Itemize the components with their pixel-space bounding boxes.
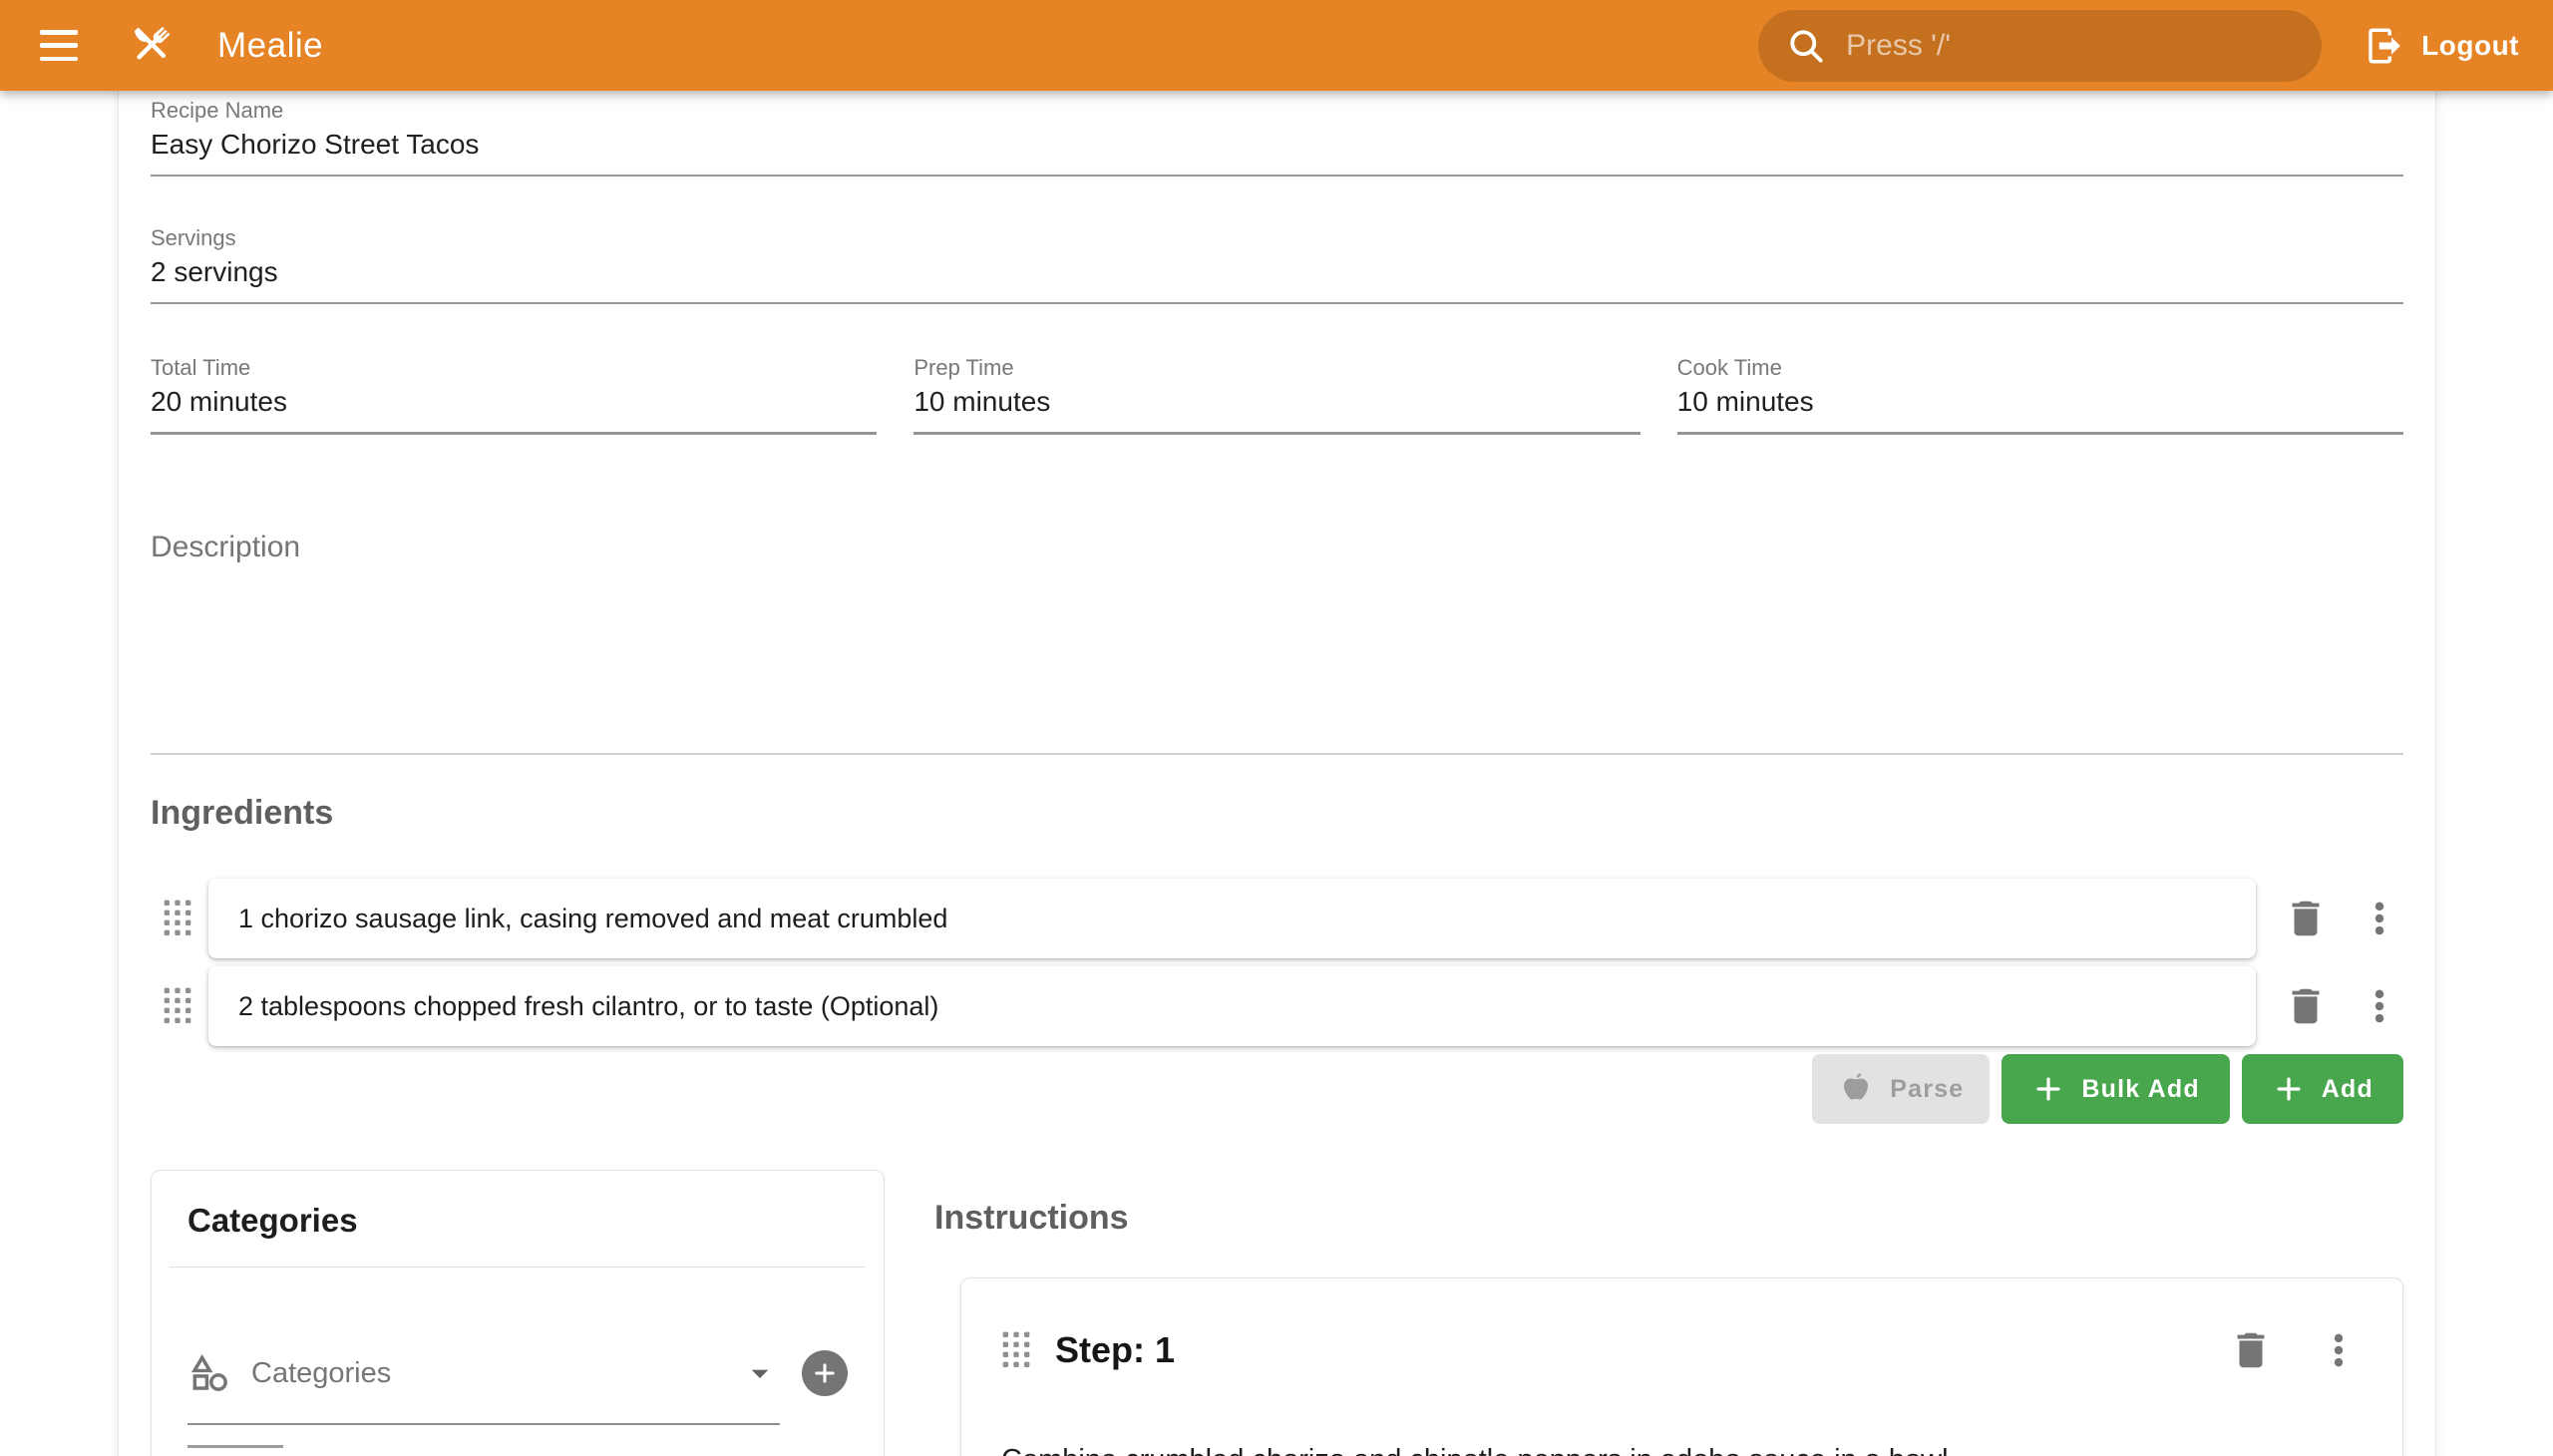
- ingredient-menu-button[interactable]: [2356, 895, 2403, 942]
- apple-icon: [1838, 1071, 1874, 1107]
- recipe-edit-card: Recipe Name Easy Chorizo Street Tacos Se…: [118, 91, 2436, 1456]
- ingredient-input[interactable]: 1 chorizo sausage link, casing removed a…: [208, 879, 2256, 958]
- servings-value[interactable]: 2 servings: [151, 252, 2403, 302]
- step-text[interactable]: Combine crumbled chorizo and chipotle pe…: [1001, 1438, 2363, 1456]
- drag-handle-icon[interactable]: [1001, 1330, 1033, 1370]
- total-time-field[interactable]: Total Time 20 minutes: [151, 354, 877, 435]
- kebab-menu-icon: [2317, 1328, 2361, 1372]
- logout-icon: [2364, 25, 2405, 67]
- app-bar: Mealie Press '/' Logout: [0, 0, 2553, 91]
- parse-label: Parse: [1890, 1075, 1964, 1104]
- total-time-label: Total Time: [151, 354, 877, 382]
- search-placeholder: Press '/': [1846, 29, 1951, 63]
- divider: [187, 1445, 283, 1448]
- categories-card: Categories Categories: [151, 1170, 885, 1456]
- logout-label: Logout: [2421, 30, 2519, 62]
- categories-select-label: Categories: [251, 1357, 720, 1390]
- plus-icon: [2272, 1072, 2306, 1106]
- add-label: Add: [2322, 1075, 2373, 1104]
- ingredients-heading: Ingredients: [151, 791, 2403, 835]
- ingredient-text: 2 tablespoons chopped fresh cilantro, or…: [238, 991, 938, 1022]
- delete-ingredient-button[interactable]: [2282, 982, 2330, 1030]
- recipe-name-field[interactable]: Recipe Name Easy Chorizo Street Tacos: [151, 97, 2403, 177]
- ingredient-input[interactable]: 2 tablespoons chopped fresh cilantro, or…: [208, 966, 2256, 1046]
- bulk-add-button[interactable]: Bulk Add: [2002, 1054, 2229, 1124]
- bulk-add-label: Bulk Add: [2081, 1075, 2199, 1104]
- ingredient-row: 2 tablespoons chopped fresh cilantro, or…: [151, 966, 2403, 1046]
- plus-icon: [811, 1359, 839, 1387]
- plus-icon: [2031, 1072, 2065, 1106]
- logout-button[interactable]: Logout: [2364, 25, 2519, 67]
- delete-step-button[interactable]: [2227, 1326, 2275, 1374]
- description-textarea[interactable]: Description: [151, 491, 2403, 755]
- add-category-button[interactable]: [802, 1350, 848, 1396]
- drag-handle-icon[interactable]: [163, 986, 194, 1026]
- description-placeholder: Description: [151, 491, 2403, 564]
- prep-time-field[interactable]: Prep Time 10 minutes: [913, 354, 1640, 435]
- instruction-step-card: Step: 1 Combine crumbled chorizo and chi…: [960, 1277, 2403, 1456]
- ingredient-menu-button[interactable]: [2356, 982, 2403, 1030]
- instructions-heading: Instructions: [934, 1196, 2403, 1240]
- chevron-down-icon[interactable]: [740, 1353, 780, 1393]
- add-ingredient-button[interactable]: Add: [2242, 1054, 2403, 1124]
- recipe-name-value[interactable]: Easy Chorizo Street Tacos: [151, 125, 2403, 175]
- mealie-recipe-edit-page: Mealie Press '/' Logout Recipe Name Easy…: [0, 0, 2553, 1456]
- prep-time-label: Prep Time: [913, 354, 1640, 382]
- ingredient-text: 1 chorizo sausage link, casing removed a…: [238, 904, 947, 934]
- parse-button[interactable]: Parse: [1812, 1054, 1990, 1124]
- search-input[interactable]: Press '/': [1758, 10, 2322, 82]
- categories-select-row: Categories: [187, 1321, 848, 1425]
- cook-time-label: Cook Time: [1677, 354, 2403, 382]
- delete-ingredient-button[interactable]: [2282, 895, 2330, 942]
- search-icon: [1784, 24, 1828, 68]
- cook-time-value[interactable]: 10 minutes: [1677, 382, 2403, 432]
- recipe-name-label: Recipe Name: [151, 97, 2403, 125]
- drag-handle-icon[interactable]: [163, 899, 194, 938]
- time-fields-row: Total Time 20 minutes Prep Time 10 minut…: [151, 354, 2403, 435]
- ingredient-actions-row: Parse Bulk Add Add: [151, 1054, 2403, 1124]
- step-menu-button[interactable]: [2315, 1326, 2363, 1374]
- app-title: Mealie: [217, 26, 323, 66]
- shapes-icon: [187, 1351, 231, 1395]
- kebab-menu-icon: [2358, 984, 2401, 1028]
- ingredients-list: 1 chorizo sausage link, casing removed a…: [151, 879, 2403, 1046]
- categories-select[interactable]: Categories: [187, 1321, 780, 1425]
- trash-icon: [2283, 983, 2329, 1029]
- menu-icon[interactable]: [40, 30, 78, 61]
- servings-field[interactable]: Servings 2 servings: [151, 224, 2403, 304]
- prep-time-value[interactable]: 10 minutes: [913, 382, 1640, 432]
- ingredient-row: 1 chorizo sausage link, casing removed a…: [151, 879, 2403, 958]
- cook-time-field[interactable]: Cook Time 10 minutes: [1677, 354, 2403, 435]
- trash-icon: [2228, 1327, 2274, 1373]
- servings-label: Servings: [151, 224, 2403, 252]
- step-title: Step: 1: [1055, 1329, 1175, 1371]
- kebab-menu-icon: [2358, 897, 2401, 940]
- trash-icon: [2283, 896, 2329, 941]
- mealie-logo-icon: [124, 19, 178, 73]
- divider: [170, 1267, 866, 1268]
- total-time-value[interactable]: 20 minutes: [151, 382, 877, 432]
- categories-title: Categories: [187, 1201, 848, 1241]
